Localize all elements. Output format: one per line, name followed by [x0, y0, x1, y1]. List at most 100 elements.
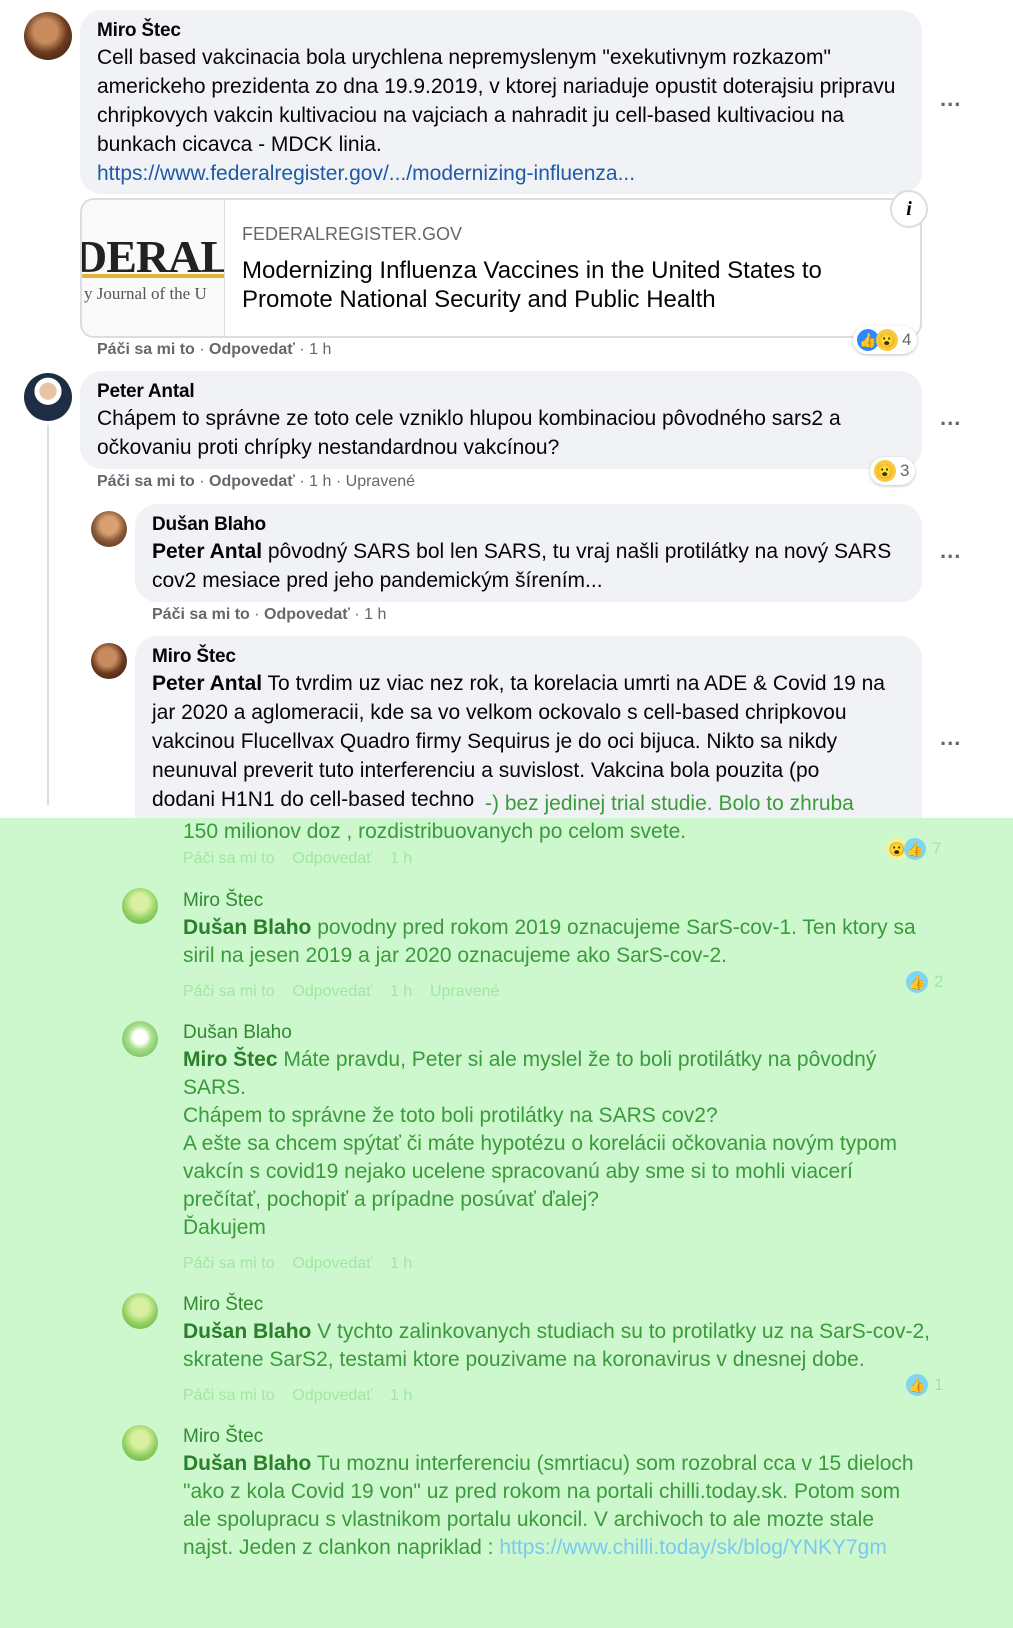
- avatar[interactable]: [122, 1021, 158, 1057]
- reaction-count: 7: [932, 839, 942, 858]
- like-action[interactable]: Páči sa mi to: [97, 341, 195, 358]
- mention-link[interactable]: Dušan Blaho: [183, 1452, 311, 1475]
- comment-text-line: V tychto zalinkovanych studiach su to pr…: [311, 1320, 930, 1343]
- like-action[interactable]: Páči sa mi to: [183, 1387, 275, 1404]
- avatar[interactable]: [122, 888, 158, 924]
- reply-action[interactable]: Odpovedať: [292, 983, 372, 1000]
- comment-text-line: 150 milionov doz , rozdistribuovanych po…: [183, 820, 687, 843]
- edited-label[interactable]: Upravené: [430, 983, 499, 1000]
- mention-link[interactable]: Peter Antal: [152, 540, 262, 563]
- comment-actions: Páči sa mi to Odpovedať 1 h: [183, 850, 412, 868]
- avatar[interactable]: [122, 1425, 158, 1461]
- comment-time[interactable]: 1 h: [309, 473, 331, 490]
- comment-author[interactable]: Miro Štec: [183, 1426, 263, 1448]
- comment-link[interactable]: https://www.federalregister.gov/.../mode…: [97, 159, 905, 188]
- comment-text: Cell based vakcinacia bola urychlena nep…: [97, 46, 896, 156]
- comments-top-section: Miro Štec Cell based vakcinacia bola ury…: [0, 0, 1013, 836]
- reaction-summary[interactable]: 👍 2: [906, 971, 943, 993]
- reaction-count: 3: [900, 461, 910, 480]
- comment-author[interactable]: Miro Štec: [152, 646, 905, 668]
- like-icon: 👍: [904, 838, 926, 860]
- comment-text: Dušan Blaho Tu moznu interferenciu (smrt…: [183, 1450, 983, 1562]
- comment-time[interactable]: 1 h: [390, 983, 412, 1000]
- reply-action[interactable]: Odpovedať: [292, 1255, 372, 1272]
- comment-time[interactable]: 1 h: [390, 850, 412, 867]
- reaction-count: 1: [934, 1375, 944, 1394]
- reaction-summary[interactable]: 😮 👍 7: [886, 838, 941, 860]
- like-action[interactable]: Páči sa mi to: [152, 606, 250, 623]
- mention-link[interactable]: Peter Antal: [152, 672, 262, 695]
- comment-text-line: To tvrdim uz viac nez rok, ta korelacia …: [262, 672, 885, 695]
- comment-time[interactable]: 1 h: [390, 1255, 412, 1272]
- reply-action[interactable]: Odpovedať: [209, 473, 295, 490]
- comment-text-line: povodny pred rokom 2019 oznacujeme SarS-…: [311, 916, 916, 939]
- comment-bubble: Miro Štec Cell based vakcinacia bola ury…: [80, 10, 922, 194]
- reaction-summary[interactable]: 👍 😮 4: [853, 326, 918, 354]
- avatar[interactable]: [122, 1293, 158, 1329]
- more-options-icon[interactable]: ...: [940, 725, 961, 751]
- mention-link[interactable]: Dušan Blaho: [183, 916, 311, 939]
- comment-text-line: -) bez jedinej trial studie. Bolo to zhr…: [485, 792, 854, 815]
- comment-author[interactable]: Miro Štec: [183, 1294, 263, 1316]
- more-options-icon[interactable]: ...: [940, 86, 961, 112]
- comment-time[interactable]: 1 h: [390, 1387, 412, 1404]
- comment-text-line: Ďakujem: [183, 1216, 266, 1239]
- comment-text-line: vakcín s covid19 nejako ucelene spracova…: [183, 1160, 854, 1183]
- comment-text-line: Tu moznu interferenciu (smrtiacu) som ro…: [311, 1452, 914, 1475]
- comment-author[interactable]: Peter Antal: [97, 381, 905, 403]
- avatar[interactable]: [91, 643, 127, 679]
- comment-author[interactable]: Miro Štec: [183, 890, 263, 912]
- link-preview-domain: FEDERALREGISTER.GOV: [242, 224, 463, 244]
- reaction-summary[interactable]: 😮 3: [870, 457, 916, 485]
- like-action[interactable]: Páči sa mi to: [97, 473, 195, 490]
- info-icon[interactable]: i: [890, 190, 928, 228]
- comment-author[interactable]: Dušan Blaho: [183, 1022, 292, 1044]
- comment-bubble: Dušan Blaho Peter Antal pôvodný SARS bol…: [135, 504, 922, 602]
- comment-author[interactable]: Miro Štec: [97, 20, 905, 42]
- mention-link[interactable]: Miro Štec: [183, 1048, 278, 1071]
- comment-text-line: vakcinou Flucellvax Quadro firmy Sequiru…: [152, 730, 838, 753]
- comment-text: Miro Štec Máte pravdu, Peter si ale mysl…: [183, 1046, 963, 1242]
- reply-action[interactable]: Odpovedať: [292, 1387, 372, 1404]
- edited-label[interactable]: Upravené: [346, 473, 415, 490]
- reaction-count: 2: [934, 972, 944, 991]
- comment-actions: Páči sa mi to Odpovedať 1 h: [183, 1387, 412, 1405]
- reply-action[interactable]: Odpovedať: [292, 850, 372, 867]
- comment-actions: Páči sa mi to Odpovedať 1 h Upravené: [183, 983, 499, 1001]
- comment-time[interactable]: 1 h: [309, 341, 331, 358]
- comment-text-line: Máte pravdu, Peter si ale myslel že to b…: [277, 1048, 877, 1071]
- comment-text-line: skratene SarS2, testami ktore pouzivame …: [183, 1348, 865, 1371]
- link-preview-title[interactable]: Modernizing Influenza Vaccines in the Un…: [242, 256, 892, 314]
- reaction-count: 4: [902, 330, 912, 349]
- like-action[interactable]: Páči sa mi to: [183, 983, 275, 1000]
- reply-action[interactable]: Odpovedať: [209, 341, 295, 358]
- like-action[interactable]: Páči sa mi to: [183, 850, 275, 867]
- comment-text-line: Chápem to správne že toto boli protilátk…: [183, 1104, 718, 1127]
- wow-icon: 😮: [876, 329, 898, 351]
- comment-text: Chápem to správne ze toto cele vzniklo h…: [97, 407, 841, 459]
- comment-text-line: SARS.: [183, 1076, 247, 1099]
- more-options-icon[interactable]: ...: [940, 405, 961, 431]
- preview-image-bar: [82, 274, 224, 278]
- comment-time[interactable]: 1 h: [364, 606, 386, 623]
- comment-text-line: jar 2020 a aglomeracii, kde sa vo velkom…: [152, 701, 847, 724]
- avatar[interactable]: [24, 12, 72, 60]
- comment-text-line: neunuval preverit tuto interferenciu a s…: [152, 759, 820, 782]
- comments-bottom-section: -) bez jedinej trial studie. Bolo to zhr…: [0, 792, 1013, 1628]
- wow-icon: 😮: [874, 460, 896, 482]
- comment-text: Dušan Blaho V tychto zalinkovanych studi…: [183, 1318, 983, 1374]
- preview-image-subtext: y Journal of the U: [84, 284, 207, 303]
- mention-link[interactable]: Dušan Blaho: [183, 1320, 311, 1343]
- reaction-summary[interactable]: 👍 1: [906, 1374, 943, 1396]
- like-action[interactable]: Páči sa mi to: [183, 1255, 275, 1272]
- avatar[interactable]: [91, 511, 127, 547]
- more-options-icon[interactable]: ...: [940, 538, 961, 564]
- comment-link[interactable]: https://www.chilli.today/sk/blog/YNKY7gm: [499, 1536, 887, 1559]
- link-preview-image: DERAL y Journal of the U: [82, 200, 225, 336]
- like-icon: 👍: [906, 1374, 928, 1396]
- link-preview-card[interactable]: DERAL y Journal of the U FEDERALREGISTER…: [80, 198, 922, 338]
- avatar[interactable]: [24, 373, 72, 421]
- comment-text-line: ale spolupracu s vlastnikom portalu ukon…: [183, 1508, 875, 1531]
- reply-action[interactable]: Odpovedať: [264, 606, 350, 623]
- comment-author[interactable]: Dušan Blaho: [152, 514, 905, 536]
